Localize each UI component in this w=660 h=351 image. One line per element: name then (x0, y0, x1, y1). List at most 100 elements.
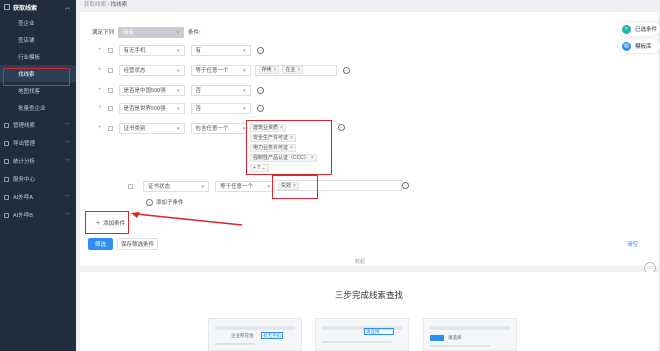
chevron-down-icon: ▾ (177, 67, 180, 74)
sidebar-item-label: 行业模板 (18, 54, 41, 61)
close-icon[interactable]: × (280, 125, 283, 131)
thumb-button (430, 335, 444, 341)
sidebar-item-search-store[interactable]: 查店铺 (0, 31, 76, 48)
chevron-down-icon: ﹀ (64, 140, 70, 147)
close-icon[interactable]: × (311, 155, 314, 161)
more-options-icon[interactable]: ⋯ (256, 104, 264, 112)
drag-handle-icon[interactable]: + (98, 105, 102, 111)
guide-title: 三步完成线索查找 (334, 290, 403, 300)
field-select[interactable]: 证书状态 ▾ (143, 180, 209, 192)
close-icon[interactable]: × (290, 145, 293, 151)
row-checkbox[interactable] (107, 125, 113, 131)
field-value: 是否是世界500强 (123, 106, 166, 112)
value-text: 否 (195, 88, 202, 94)
search-icon (4, 4, 10, 10)
field-value: 证书状态 (148, 184, 171, 190)
thumb-line (322, 341, 392, 343)
row-checkbox[interactable] (107, 87, 113, 93)
field-select[interactable]: 有无手机 ▾ (118, 44, 185, 56)
add-condition-button[interactable]: + 添加条件 (96, 217, 125, 229)
float-label: 模板库 (635, 44, 652, 50)
breadcrumb: 获取线索 / 找线索 (84, 0, 127, 8)
operator-select[interactable]: 等于任意一个 ▾ (190, 64, 251, 76)
tag-input[interactable]: 存续 × 在业 × (254, 64, 337, 76)
match-label: 满足下列 (92, 30, 115, 36)
field-value: 是否是中国500强 (123, 88, 166, 94)
more-options-icon[interactable]: ⋯ (256, 86, 264, 94)
breadcrumb-separator: / (107, 2, 110, 8)
chart-icon (4, 158, 9, 164)
thumb-line (215, 343, 255, 345)
guide-section: 三步完成线索查找 企业所在地 有无手机 请选择 请选择 (80, 272, 658, 351)
chevron-down-icon: ▾ (243, 47, 246, 54)
more-options-icon[interactable]: ⋯ (338, 124, 345, 131)
tag-label: 强制性产品认证（CCC） (253, 155, 309, 161)
selected-conditions-button[interactable]: ≡ 已选条件 (618, 22, 660, 36)
condition-row: + 经营状态 ▾ 等于任意一个 ▾ 存续 × 在业 × ⋯ (98, 64, 350, 76)
operator-select[interactable]: 等于任意一个 ▾ (215, 180, 275, 192)
more-options-icon[interactable]: ⋯ (402, 182, 409, 189)
clear-link[interactable]: 清空 (627, 240, 638, 248)
field-select[interactable]: 是否是中国500强 ▾ (118, 84, 185, 96)
chevron-down-icon: ▾ (177, 47, 180, 54)
row-checkbox[interactable] (128, 183, 133, 189)
sidebar-item-stats[interactable]: 统计分析 ﹀ (0, 152, 76, 170)
drag-handle-icon[interactable]: + (98, 67, 102, 73)
sidebar-item-service[interactable]: 服务中心 (0, 170, 76, 188)
highlight-box-status (272, 175, 318, 199)
chevron-down-icon: ▾ (243, 67, 246, 74)
chevron-down-icon: ﹀ (64, 122, 70, 129)
row-checkbox[interactable] (107, 47, 113, 53)
sidebar-item-search-company[interactable]: 查企业 (0, 14, 76, 31)
sidebar-item-label: 查企业 (18, 20, 35, 27)
add-sub-condition[interactable]: + 添加子条件 (146, 196, 184, 208)
value-select[interactable]: 否 ▾ (190, 84, 251, 96)
sidebar-item-industry-template[interactable]: 行业模板 (0, 48, 76, 65)
more-options-icon[interactable]: ⋯ (256, 46, 264, 54)
close-icon[interactable]: × (274, 67, 277, 73)
row-checkbox[interactable] (107, 105, 113, 111)
field-select[interactable]: 证书类别 ▾ (118, 122, 185, 134)
tag-label: 在业 (285, 67, 296, 73)
sidebar-item-batch-search[interactable]: 批量查企业 (0, 99, 76, 116)
thumb-line (430, 345, 490, 347)
template-library-button[interactable]: ▤ 模板库 (618, 39, 660, 53)
filter-button[interactable]: 筛选 (88, 238, 113, 250)
sidebar-item-label: 统计分析 (13, 159, 36, 165)
close-icon[interactable]: × (290, 135, 293, 141)
sidebar-item-label: 导出管理 (13, 141, 36, 147)
sidebar-item-manage-leads[interactable]: 管理线索 ﹀ (0, 116, 76, 134)
save-filter-button[interactable]: 保存筛选条件 (117, 238, 158, 250)
chevron-down-icon: ﹀ (64, 158, 70, 165)
certificate-tag-input[interactable]: 建筑业资质 × 安全生产许可证 × 电力业务许可证 × 强制性产品认证（CCC） × +… (246, 120, 332, 175)
tag-chip: 存续 × (258, 66, 280, 74)
condition-row: + 是否是世界500强 ▾ 否 ▾ ⋯ (98, 102, 264, 114)
highlight-box-nav (3, 68, 70, 86)
tag-chip: 安全生产许可证 × (250, 134, 296, 142)
breadcrumb-current: 找线索 (110, 2, 128, 8)
sidebar-item-export[interactable]: 导出管理 ﹀ (0, 134, 76, 152)
match-mode-select[interactable]: 所有 ▾ (118, 26, 185, 38)
thumb-text: 请选择 (366, 329, 380, 334)
drag-handle-icon[interactable]: + (98, 47, 102, 53)
drag-handle-icon[interactable]: + (98, 125, 102, 131)
sidebar-item-ai-call-a[interactable]: AI外呼A ﹀ (0, 188, 76, 206)
collapse-toggle[interactable]: 收起 (355, 258, 365, 265)
sidebar-item-label: 服务中心 (13, 177, 36, 183)
tag-label: 电力业务许可证 (253, 145, 289, 151)
chevron-down-icon: ▾ (177, 105, 180, 112)
close-icon[interactable]: × (297, 67, 300, 73)
row-checkbox[interactable] (107, 67, 113, 73)
field-select[interactable]: 经营状态 ▾ (118, 64, 185, 76)
sidebar-item-ai-call-b[interactable]: AI外呼B ﹀ (0, 206, 76, 224)
value-select[interactable]: 否 ▾ (190, 102, 251, 114)
field-value: 经营状态 (123, 68, 146, 74)
more-tags[interactable]: + 7 ... (250, 164, 269, 172)
field-select[interactable]: 是否是世界500强 ▾ (118, 102, 185, 114)
drag-handle-icon[interactable]: + (98, 87, 102, 93)
breadcrumb-parent[interactable]: 获取线索 (84, 2, 106, 8)
value-select[interactable]: 有 ▾ (190, 44, 251, 56)
more-options-icon[interactable]: ⋯ (342, 66, 350, 74)
sidebar-group-leads[interactable]: 获取线索 ︿ (0, 0, 76, 14)
operator-select[interactable]: 包含任意一个 ▾ (190, 122, 251, 134)
